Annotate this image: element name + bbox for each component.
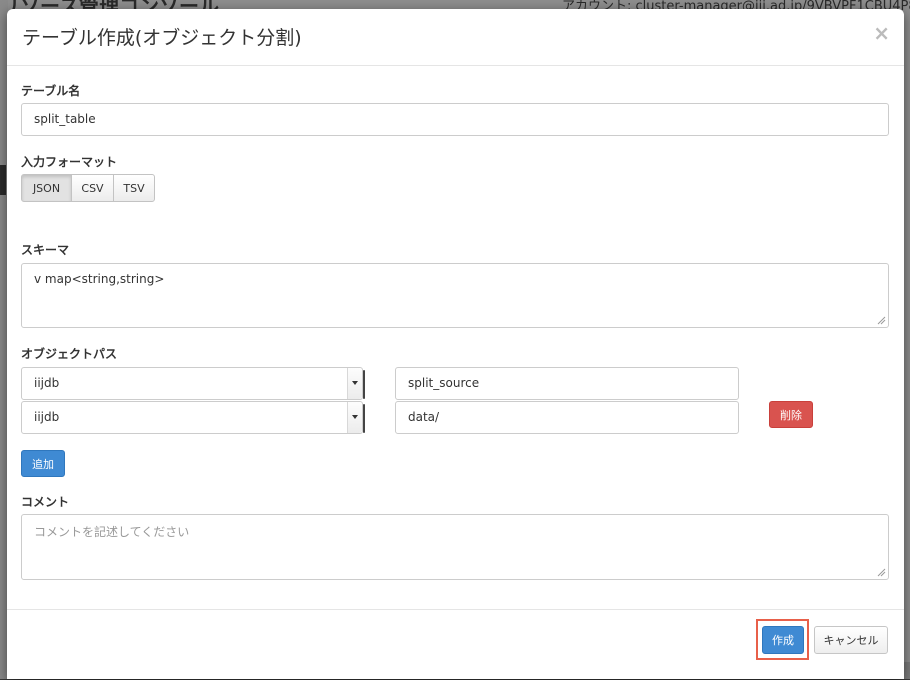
select-edge-shadow [363,404,365,433]
select-edge-shadow [363,370,365,399]
input-format-toggle: JSON CSV TSV [21,174,155,202]
object-path-label: オブジェクトパス [21,347,118,361]
bucket-select-1[interactable]: iijdb [21,367,365,400]
object-path-input-2[interactable]: data/ [395,401,739,434]
comment-placeholder: コメントを記述してください [34,525,190,539]
table-name-label: テーブル名 [21,84,81,98]
create-button[interactable]: 作成 [762,626,804,654]
delete-path-button[interactable]: 削除 [769,401,813,428]
bucket-select-2-value: iijdb [34,410,60,424]
resize-grip-icon[interactable] [877,316,886,325]
schema-textarea[interactable]: v map<string,string> [21,263,889,328]
format-tsv-button[interactable]: TSV [113,174,155,202]
comment-textarea[interactable]: コメントを記述してください [21,514,889,580]
bucket-select-2[interactable]: iijdb [21,401,365,434]
create-table-modal: テーブル作成(オブジェクト分割) × テーブル名 split_table 入力フ… [7,9,904,679]
object-path-input-1[interactable]: split_source [395,367,739,400]
close-icon[interactable]: × [873,23,890,43]
input-format-label: 入力フォーマット [21,155,118,169]
table-name-input[interactable]: split_table [21,103,889,136]
format-csv-button[interactable]: CSV [71,174,114,202]
comment-label: コメント [21,495,70,509]
schema-text: v map<string,string> [34,272,165,286]
resize-grip-icon[interactable] [877,568,886,577]
modal-title: テーブル作成(オブジェクト分割) [22,27,302,49]
bucket-select-1-value: iijdb [34,376,60,390]
schema-label: スキーマ [21,243,70,257]
modal-header: テーブル作成(オブジェクト分割) × [7,9,904,66]
chevron-down-icon[interactable] [347,402,362,433]
chevron-down-icon[interactable] [347,368,362,399]
add-path-button[interactable]: 追加 [21,450,65,477]
background-nav-marker [0,165,6,195]
format-json-button[interactable]: JSON [21,174,72,202]
cancel-button[interactable]: キャンセル [814,626,888,654]
